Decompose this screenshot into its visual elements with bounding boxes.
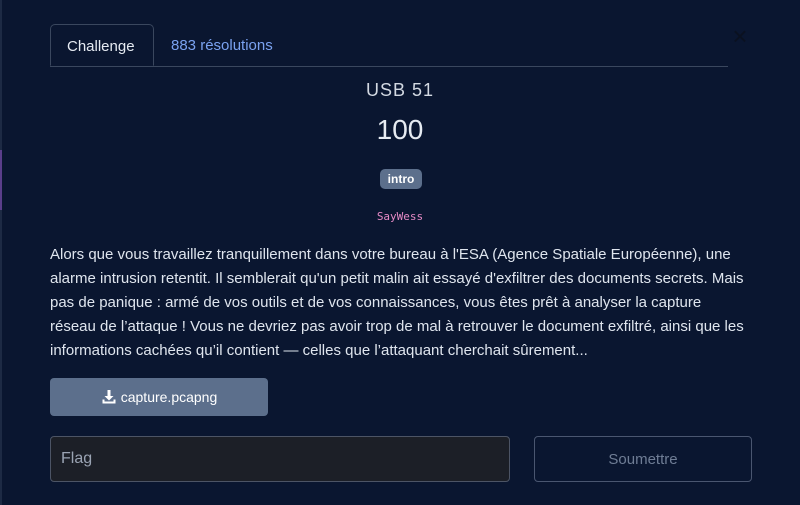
submit-button[interactable]: Soumettre [534, 436, 752, 482]
download-icon [102, 390, 116, 404]
challenge-title: USB 51 [365, 80, 435, 100]
download-file-button[interactable]: capture.pcapng [50, 378, 268, 416]
challenge-description: Alors que vous travaillez tranquillement… [50, 246, 744, 359]
category-tag: intro [380, 169, 422, 189]
close-icon[interactable]: × [728, 23, 752, 49]
challenge-author: SayWess [376, 210, 424, 223]
modal-left-edge [0, 0, 2, 505]
challenge-points: 100 [376, 114, 424, 145]
tab-bar: Challenge 883 résolutions [50, 24, 728, 67]
flag-input[interactable] [50, 436, 510, 482]
download-filename: capture.pcapng [120, 389, 218, 405]
edge-accent [0, 150, 2, 210]
tab-solves[interactable]: 883 résolutions [155, 24, 289, 65]
tab-challenge[interactable]: Challenge [50, 24, 154, 66]
challenge-modal: × Challenge 883 résolutions USB 51 100 i… [0, 0, 800, 505]
